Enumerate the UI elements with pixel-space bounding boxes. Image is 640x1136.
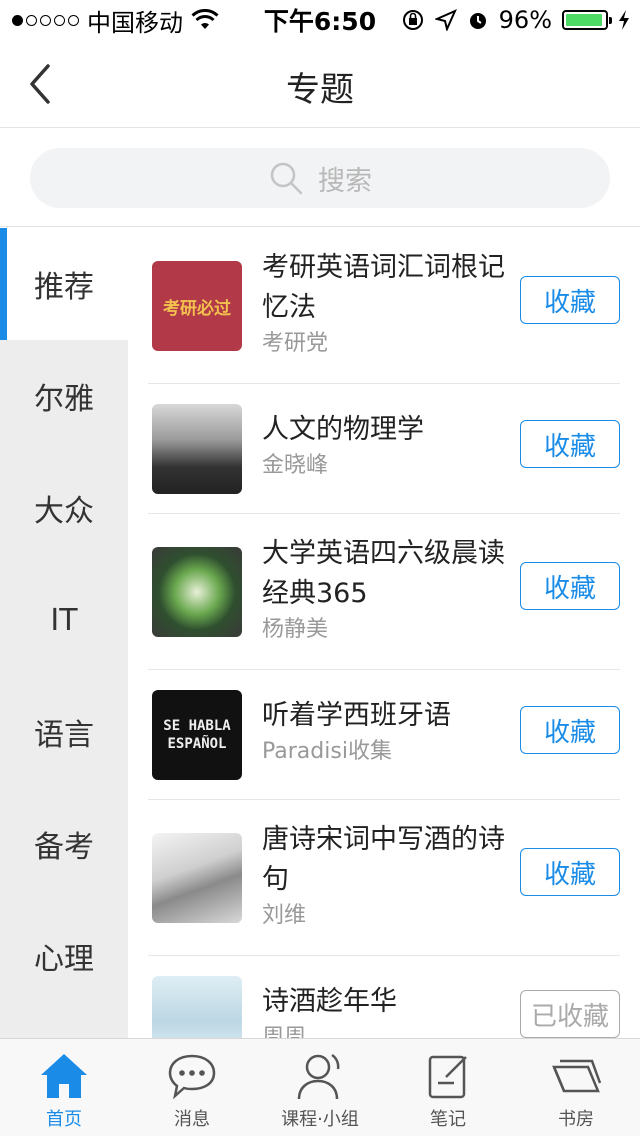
item-author: 杨静美: [262, 617, 329, 642]
item-author: 考研党: [262, 331, 329, 356]
item-author: Paradisi收集: [262, 739, 392, 764]
favorite-button[interactable]: 收藏: [520, 848, 620, 896]
tab-messages[interactable]: 消息: [128, 1039, 256, 1136]
favorite-button[interactable]: 收藏: [520, 706, 620, 754]
sidebar-item-recommend[interactable]: 推荐: [0, 228, 128, 340]
item-author: 刘维: [262, 903, 307, 928]
list-item[interactable]: 大学英语四六级晨读经典365 杨静美 收藏: [148, 514, 620, 670]
favorite-button[interactable]: 收藏: [520, 420, 620, 468]
cover-image: [152, 833, 242, 923]
rotation-lock-icon: [402, 10, 423, 30]
tab-notes[interactable]: 笔记: [384, 1039, 512, 1136]
sidebar-item-label: 推荐: [34, 270, 94, 305]
topic-list: 考研必过 考研英语词汇词根记忆法 考研党 收藏 人文的物理学 金晓峰 收藏 大学…: [128, 228, 640, 1038]
item-title: 大学英语四六级晨读经典365: [262, 538, 505, 609]
category-sidebar: 推荐 尔雅 大众 IT 语言 备考 心理: [0, 228, 128, 1038]
sidebar-item-language[interactable]: 语言: [0, 676, 128, 788]
list-item[interactable]: 唐诗宋词中写酒的诗句 刘维 收藏: [148, 800, 620, 956]
cover-image: 考研必过: [152, 261, 242, 351]
tab-courses-groups[interactable]: 课程·小组: [256, 1039, 384, 1136]
book-stack-icon: [552, 1059, 602, 1093]
sidebar-item-popular[interactable]: 大众: [0, 452, 128, 564]
item-title: 人文的物理学: [262, 414, 424, 445]
chat-bubble-icon: [168, 1054, 216, 1100]
tab-library[interactable]: 书房: [512, 1039, 640, 1136]
page-title: 专题: [286, 70, 354, 110]
favorite-button[interactable]: 收藏: [520, 276, 620, 324]
sidebar-item-psychology[interactable]: 心理: [0, 900, 128, 1012]
favorite-button[interactable]: 收藏: [520, 562, 620, 610]
item-title: 唐诗宋词中写酒的诗句: [262, 824, 505, 895]
sidebar-item-it[interactable]: IT: [0, 564, 128, 676]
nav-bar: 专题: [0, 40, 640, 128]
home-icon: [41, 1054, 87, 1098]
sidebar-item-label: 尔雅: [34, 382, 94, 417]
location-icon: [434, 9, 457, 31]
sidebar-item-label: 大众: [34, 494, 94, 529]
tab-label: 首页: [46, 1109, 82, 1130]
tab-home[interactable]: 首页: [0, 1039, 128, 1136]
list-item[interactable]: 诗酒趁年华 周周 已收藏: [148, 956, 620, 1038]
sidebar-item-exam[interactable]: 备考: [0, 788, 128, 900]
item-title: 听着学西班牙语: [262, 700, 451, 731]
search-area: 搜索: [0, 129, 640, 227]
search-icon: [270, 162, 303, 195]
sidebar-item-label: 备考: [34, 830, 94, 865]
cover-image: [152, 404, 242, 494]
list-item[interactable]: SE HABLA ESPAÑOL 听着学西班牙语 Paradisi收集 收藏: [148, 670, 620, 800]
battery-icon: [562, 10, 612, 30]
status-bar: 中国移动 下午6:50 96%: [0, 0, 640, 40]
charging-icon: [619, 10, 629, 30]
sidebar-item-label: 心理: [34, 942, 94, 977]
cover-text: 考研必过: [163, 298, 231, 319]
note-icon: [428, 1055, 467, 1099]
sidebar-item-erya[interactable]: 尔雅: [0, 340, 128, 452]
tab-label: 课程·小组: [281, 1109, 359, 1130]
tab-bar: 首页 消息 课程·小组 笔记 书房: [0, 1038, 640, 1136]
sidebar-item-label: 语言: [34, 718, 94, 753]
cover-image: [152, 976, 242, 1038]
cover-image: SE HABLA ESPAÑOL: [152, 690, 242, 780]
person-icon: [297, 1053, 340, 1100]
alarm-icon: [469, 13, 486, 29]
list-item[interactable]: 人文的物理学 金晓峰 收藏: [148, 384, 620, 514]
search-placeholder: 搜索: [318, 165, 372, 197]
item-author: 金晓峰: [262, 453, 329, 478]
item-author: 周周: [262, 1025, 307, 1038]
sidebar-item-label: IT: [50, 602, 78, 638]
cover-image: [152, 547, 242, 637]
search-input[interactable]: 搜索: [30, 148, 610, 208]
tab-label: 消息: [174, 1109, 210, 1130]
item-title: 诗酒趁年华: [262, 986, 397, 1017]
battery-percent: 96%: [498, 6, 552, 34]
tab-label: 笔记: [430, 1109, 466, 1130]
list-item[interactable]: 考研必过 考研英语词汇词根记忆法 考研党 收藏: [148, 228, 620, 384]
tab-label: 书房: [558, 1109, 594, 1130]
cover-text: SE HABLA ESPAÑOL: [163, 718, 231, 752]
favorited-button[interactable]: 已收藏: [520, 990, 620, 1038]
item-title: 考研英语词汇词根记忆法: [262, 252, 505, 323]
